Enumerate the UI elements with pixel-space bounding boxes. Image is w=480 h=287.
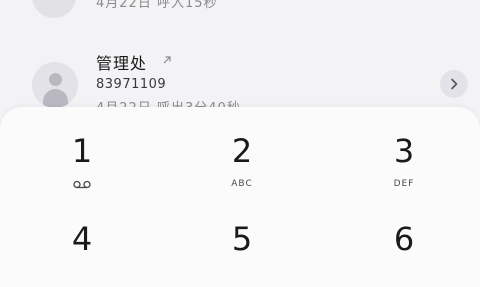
contact-name: 管理处 bbox=[96, 54, 148, 73]
call-log-entry-previous[interactable]: 4月22日 呼入15秒 bbox=[0, 0, 480, 22]
key-6[interactable]: 6 bbox=[334, 195, 474, 275]
call-detail: 4月22日 呼入15秒 bbox=[96, 0, 218, 11]
key-1[interactable]: 1 bbox=[12, 107, 152, 189]
call-log-entry[interactable]: 管理处 83971109 4月22日 呼出3分40秒 bbox=[0, 44, 480, 116]
dial-keypad: 1 2 ABC 3 DEF 4 5 6 bbox=[0, 107, 480, 287]
contact-number: 83971109 bbox=[96, 77, 167, 92]
key-4[interactable]: 4 bbox=[12, 195, 152, 275]
key-digit: 2 bbox=[231, 132, 253, 170]
voicemail-icon bbox=[73, 180, 91, 189]
key-2[interactable]: 2 ABC bbox=[172, 107, 312, 189]
key-digit: 6 bbox=[393, 220, 415, 258]
chevron-right-icon bbox=[451, 78, 458, 90]
avatar bbox=[32, 0, 76, 18]
key-digit: 4 bbox=[71, 220, 93, 258]
key-letters: DEF bbox=[393, 179, 415, 189]
key-letters: ABC bbox=[231, 179, 253, 189]
details-button[interactable] bbox=[440, 70, 468, 98]
key-digit: 1 bbox=[71, 132, 93, 170]
outgoing-call-icon bbox=[163, 56, 171, 64]
key-3[interactable]: 3 DEF bbox=[334, 107, 474, 189]
key-digit: 3 bbox=[393, 132, 415, 170]
key-digit: 5 bbox=[231, 220, 253, 258]
key-5[interactable]: 5 bbox=[172, 195, 312, 275]
person-icon bbox=[32, 62, 78, 108]
